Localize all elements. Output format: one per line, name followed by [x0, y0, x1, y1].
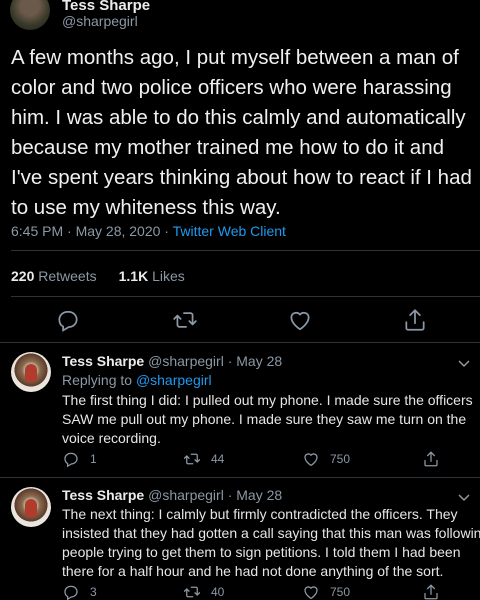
- share-icon: [424, 451, 438, 467]
- tweet-text-line: A few months ago, I put myself between a…: [11, 46, 459, 69]
- reply-button[interactable]: 3: [62, 581, 97, 600]
- tweet-text-line: to use my whiteness this way.: [11, 196, 281, 219]
- reply-text-line: there for a half hour and he had not don…: [62, 563, 444, 579]
- retweets-stat[interactable]: 220 Retweets: [11, 268, 97, 284]
- reply-text-line: voice recording.: [62, 430, 161, 446]
- share-icon: [424, 584, 438, 600]
- share-button[interactable]: [422, 448, 440, 470]
- like-button[interactable]: [287, 307, 313, 333]
- reply-text-line: The next thing: I calmly but firmly cont…: [62, 506, 458, 522]
- avatar[interactable]: [11, 487, 51, 527]
- tweet-thread: Tess Sharpe @sharpegirl A few months ago…: [0, 0, 480, 600]
- reply-header: Tess Sharpe @sharpegirl · May 28: [62, 487, 282, 503]
- like-count: 750: [330, 585, 351, 599]
- retweet-icon: [183, 586, 201, 598]
- main-tweet-text: A few months ago, I put myself between a…: [11, 43, 473, 223]
- reply-icon: [64, 452, 78, 468]
- like-button[interactable]: 750: [302, 448, 350, 470]
- replying-to-prefix: Replying to: [62, 372, 136, 388]
- author-name[interactable]: Tess Sharpe: [62, 0, 150, 14]
- reply-header: Tess Sharpe @sharpegirl · May 28: [62, 353, 282, 369]
- tweet-stats: 220 Retweets 1.1K Likes: [11, 268, 185, 284]
- reply-text-line: insisted that they had gotten a call say…: [62, 525, 480, 541]
- author-handle-date[interactable]: @sharpegirl · May 28: [148, 353, 282, 369]
- reply-button[interactable]: [55, 307, 81, 333]
- reply-text-line: The first thing I did: I pulled out my p…: [62, 392, 473, 408]
- avatar[interactable]: [11, 352, 51, 392]
- reply-count: 3: [90, 585, 97, 599]
- retweet-icon: [183, 453, 201, 465]
- reply-tweet[interactable]: Tess Sharpe @sharpegirl · May 28 Replyin…: [0, 342, 480, 477]
- reply-text: The first thing I did: I pulled out my p…: [62, 391, 473, 448]
- retweet-button[interactable]: 44: [183, 448, 224, 470]
- retweet-count: 40: [211, 585, 225, 599]
- main-tweet-header: Tess Sharpe @sharpegirl: [0, 0, 480, 32]
- reply-text-line: people trying to get them to sign petiti…: [62, 544, 461, 560]
- reply-button[interactable]: 1: [62, 448, 97, 470]
- retweet-button[interactable]: 40: [183, 581, 224, 600]
- like-button[interactable]: 750: [302, 581, 350, 600]
- share-button[interactable]: [422, 581, 440, 600]
- author-name[interactable]: Tess Sharpe: [62, 353, 144, 369]
- tweet-text-line: I've spent years thinking about how to r…: [11, 166, 472, 189]
- divider: [11, 250, 480, 251]
- tweet-timestamp[interactable]: 6:45 PM · May 28, 2020 ·: [11, 223, 173, 239]
- heart-icon: [304, 586, 318, 600]
- reply-count: 1: [90, 452, 97, 466]
- author-name[interactable]: Tess Sharpe: [62, 487, 144, 503]
- likes-stat[interactable]: 1.1K Likes: [119, 268, 185, 284]
- reply-icon: [64, 585, 78, 600]
- retweet-count: 44: [211, 452, 225, 466]
- likes-count: 1.1K: [118, 268, 149, 284]
- chevron-down-icon[interactable]: [457, 359, 471, 369]
- reply-text-line: SAW me pull out my phone. I made sure th…: [62, 411, 467, 427]
- tweet-text-line: because my mother trained me how to do i…: [11, 136, 445, 159]
- author-handle-date[interactable]: @sharpegirl · May 28: [148, 487, 282, 503]
- replying-to: Replying to @sharpegirl: [62, 372, 212, 388]
- reply-actions: 3 40 750: [62, 581, 472, 600]
- chevron-down-icon[interactable]: [457, 493, 471, 503]
- tweet-source[interactable]: Twitter Web Client: [173, 223, 286, 239]
- replying-to-mention[interactable]: @sharpegirl: [136, 372, 212, 388]
- retweet-icon: [173, 312, 197, 328]
- divider: [11, 296, 480, 297]
- main-tweet-actions: [0, 300, 480, 340]
- reply-text: The next thing: I calmly but firmly cont…: [62, 505, 480, 581]
- retweets-count: 220: [11, 268, 35, 284]
- heart-icon: [290, 311, 310, 331]
- tweet-meta: 6:45 PM · May 28, 2020 · Twitter Web Cli…: [11, 223, 286, 239]
- share-icon: [405, 309, 425, 331]
- tweet-text-line: color and two police officers who were h…: [11, 76, 452, 99]
- author-handle[interactable]: @sharpegirl: [62, 13, 138, 29]
- like-count: 750: [330, 452, 351, 466]
- tweet-text-line: him. I was able to do this calmly and au…: [11, 106, 466, 129]
- avatar[interactable]: [10, 0, 50, 30]
- heart-icon: [304, 453, 318, 467]
- reply-icon: [58, 311, 78, 332]
- retweet-button[interactable]: [172, 307, 198, 333]
- reply-actions: 1 44 750: [62, 448, 472, 470]
- share-button[interactable]: [402, 307, 428, 333]
- retweets-label: Retweets: [38, 268, 97, 284]
- likes-label: Likes: [152, 268, 185, 284]
- reply-tweet[interactable]: Tess Sharpe @sharpegirl · May 28 The nex…: [0, 477, 480, 600]
